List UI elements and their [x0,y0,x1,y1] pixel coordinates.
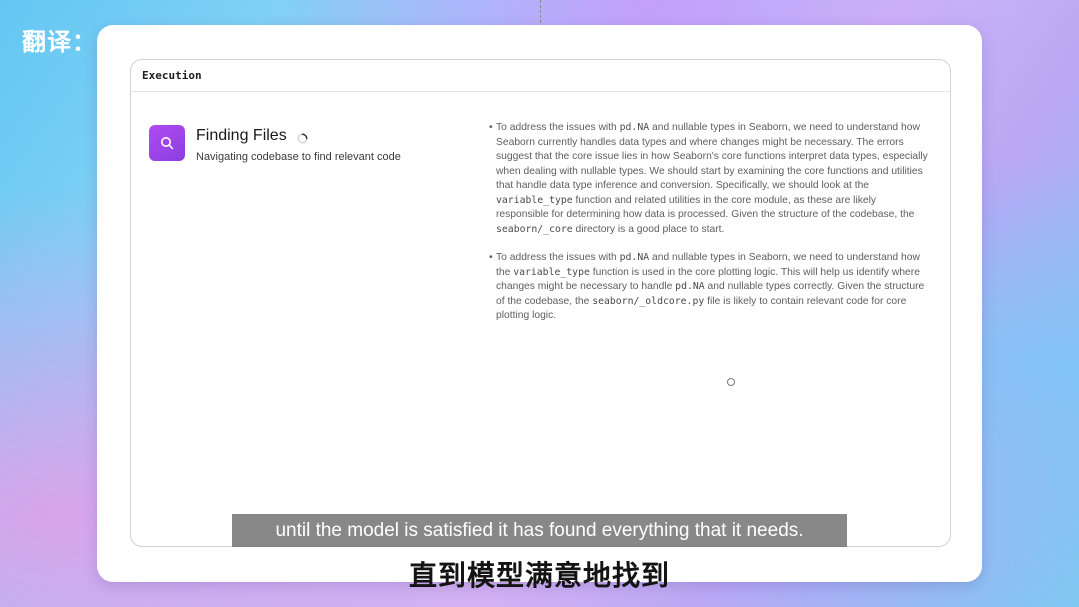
code-token: seaborn/_core [496,223,573,235]
step-subtitle: Navigating codebase to find relevant cod… [196,151,401,163]
log-text: directory is a good place to start. [572,223,725,235]
translation-watermark: 翻译： [22,28,97,56]
log-entry: To address the issues with pd.NA and nul… [489,251,929,324]
log-entry: To address the issues with pd.NA and nul… [489,121,929,237]
search-icon [149,125,185,161]
code-token: variable_type [496,194,573,206]
code-token: variable_type [513,266,590,278]
panel-title: Execution [142,69,202,82]
step-title: Finding Files [196,127,287,144]
code-token: pd.NA [675,281,705,292]
mouse-cursor-icon [727,378,735,386]
execution-panel: Execution Finding Files Navigating codeb… [130,59,951,547]
chinese-caption: 直到模型满意地找到 [408,559,670,592]
loading-spinner-icon [297,131,308,143]
code-token: seaborn/_oldcore.py [592,295,705,307]
code-token: pd.NA [619,122,650,133]
step-text: Finding Files Navigating codebase to fin… [196,125,401,163]
log-text: To address the issues with [496,122,620,133]
panel-header: Execution [131,60,950,92]
log-text: To address the issues with [496,252,620,263]
finding-files-step[interactable]: Finding Files Navigating codebase to fin… [149,125,401,163]
log-list: To address the issues with pd.NA and nul… [489,121,929,324]
code-token: pd.NA [619,252,650,263]
english-caption: until the model is satisfied it has foun… [232,514,847,547]
execution-log: To address the issues with pd.NA and nul… [489,121,929,338]
step-title-row: Finding Files [196,125,401,147]
